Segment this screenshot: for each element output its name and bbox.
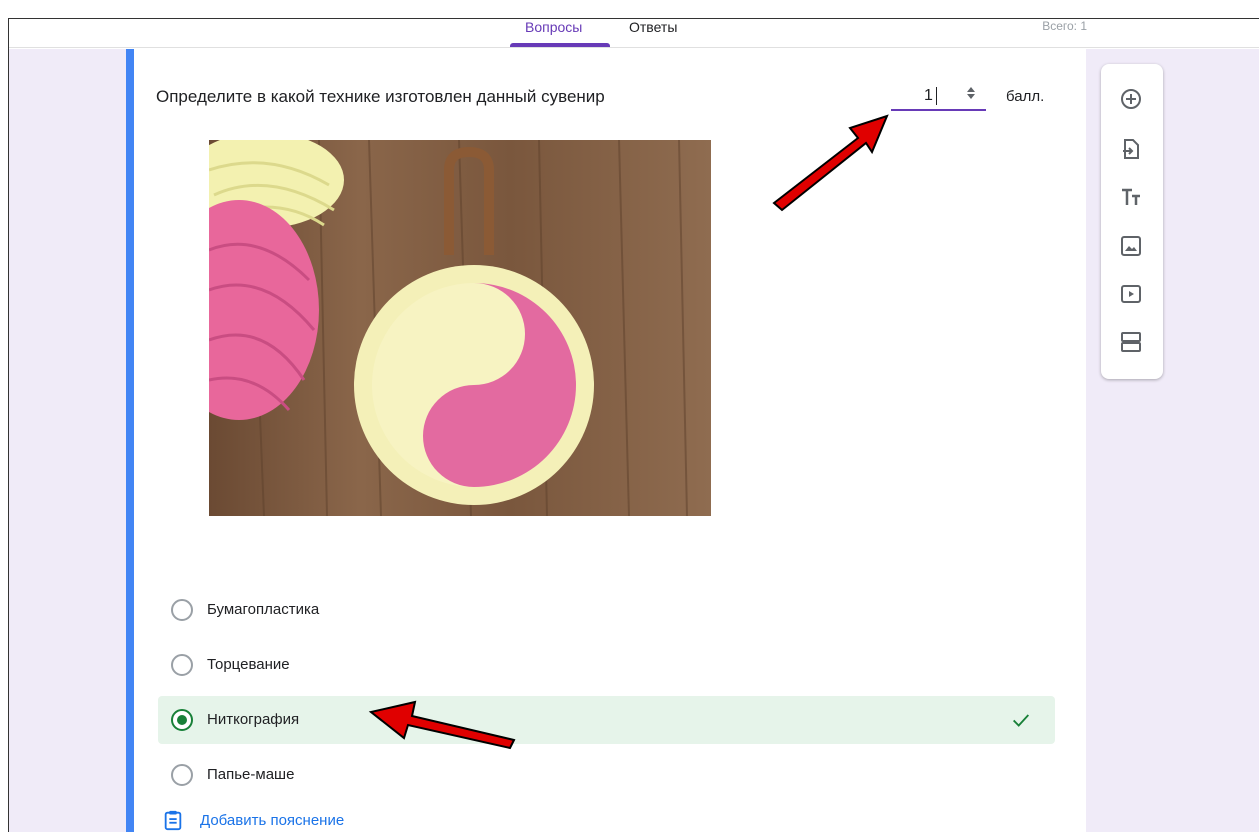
check-icon [1013,714,1030,727]
option-pape-mashe[interactable]: Папье-маше [158,751,1055,799]
radio-button[interactable] [171,654,193,676]
yarn-souvenir-photo [209,140,711,516]
add-title-icon[interactable] [1116,182,1146,212]
question-card[interactable]: Определите в какой технике изготовлен да… [126,49,1086,832]
option-tortsevanie[interactable]: Торцевание [158,641,1055,689]
spin-up-icon[interactable] [967,87,975,92]
tab-answers[interactable]: Ответы [629,19,677,48]
right-toolbar [1101,64,1163,379]
form-canvas: Определите в какой технике изготовлен да… [9,49,1259,832]
form-header: Вопросы Ответы Всего: 1 [9,19,1259,48]
option-label: Торцевание [207,656,290,673]
points-value: 1 [924,87,933,104]
total-points: Всего: 1 [1042,19,1087,33]
add-image-icon[interactable] [1116,231,1146,261]
add-video-icon[interactable] [1116,279,1146,309]
points-spinner[interactable] [965,85,977,107]
add-question-icon[interactable] [1116,84,1146,114]
question-card-accent [126,49,134,832]
radio-button[interactable] [171,764,193,786]
radio-button-checked[interactable] [171,709,193,731]
spin-down-icon[interactable] [967,94,975,99]
points-input[interactable]: 1 [891,83,986,111]
option-label: Бумагопластика [207,601,320,618]
question-title[interactable]: Определите в какой технике изготовлен да… [156,87,605,107]
active-tab-indicator [510,43,610,47]
radio-button[interactable] [171,599,193,621]
option-bumagoplastika[interactable]: Бумагопластика [158,586,1055,634]
caption-strip [0,0,1259,18]
option-label: Папье-маше [207,766,295,783]
add-section-icon[interactable] [1116,327,1146,357]
option-label: Ниткография [207,711,300,728]
clipboard-icon [164,810,182,831]
add-explanation-label: Добавить пояснение [200,812,345,829]
question-image[interactable] [209,140,711,516]
points-unit: балл. [1006,88,1045,105]
import-questions-icon[interactable] [1116,134,1146,164]
option-nitkografiya[interactable]: Ниткография [158,696,1055,744]
browser-frame: Вопросы Ответы Всего: 1 Определите в как… [8,18,1259,832]
text-caret [936,87,937,105]
